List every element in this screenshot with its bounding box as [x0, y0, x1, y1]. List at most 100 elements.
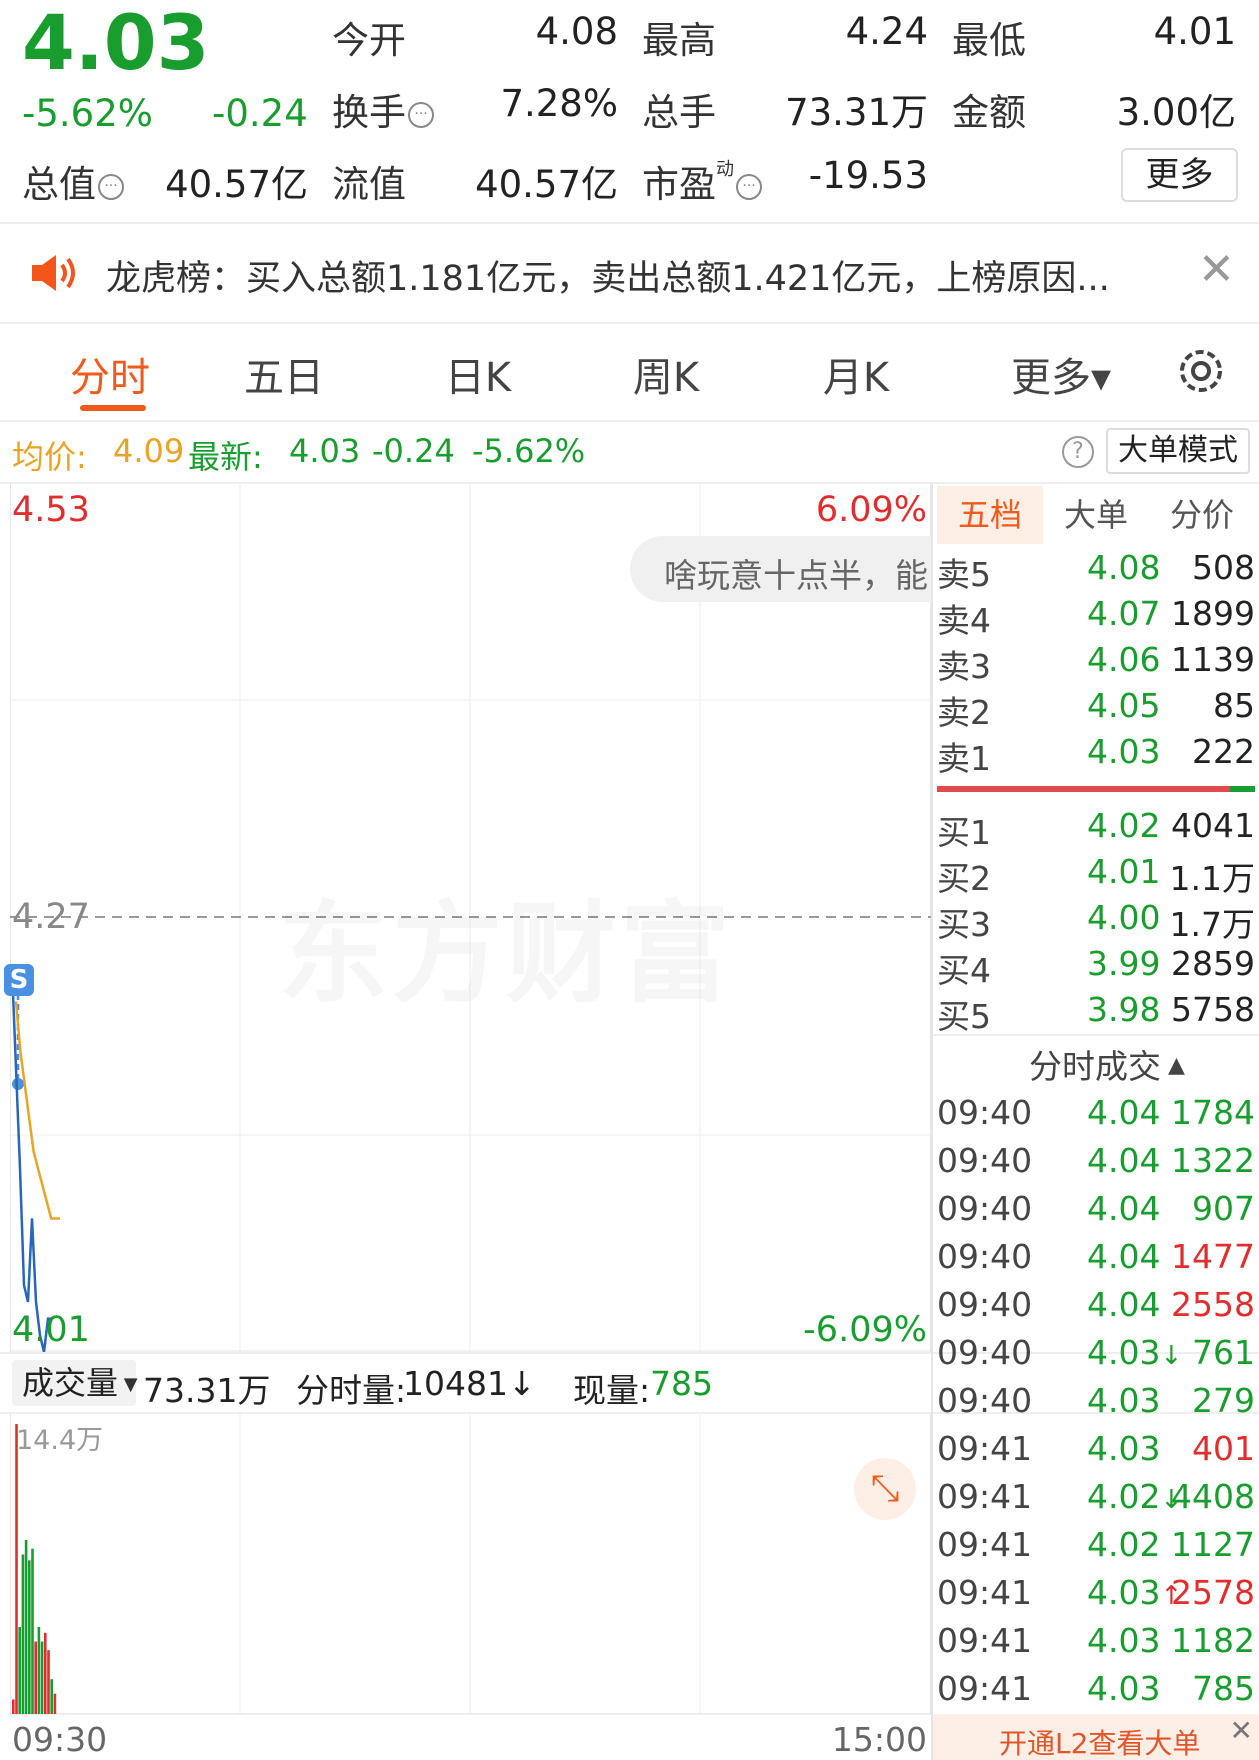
down-arrow-icon: ↓ — [508, 1364, 536, 1403]
y-axis-top: 4.53 — [12, 490, 90, 530]
info-icon[interactable]: ··· — [736, 173, 762, 200]
amount-label: 金额 — [952, 91, 1026, 134]
right-panel-divider — [931, 484, 933, 1760]
volume-bar — [44, 1632, 47, 1714]
volume-max-label: 14.4万 — [16, 1425, 104, 1456]
minute-volume-label: 分时量: — [296, 1371, 407, 1410]
trade-row: 09:40 4.04 1322 — [937, 1141, 1255, 1189]
trade-time: 09:41 — [937, 1573, 1033, 1612]
comment-bubble[interactable]: 啥玩意十点半，能 — [630, 536, 931, 602]
trade-price-text: 4.04 — [1087, 1093, 1161, 1132]
trade-qty: 907 — [1192, 1189, 1255, 1228]
trade-price: 4.03 — [1087, 1621, 1160, 1660]
info-icon[interactable]: ··· — [98, 173, 124, 200]
signal-marker[interactable]: S — [4, 964, 34, 996]
time-start: 09:30 — [12, 1720, 108, 1759]
trade-row: 09:40 4.03↓ 761 — [937, 1333, 1255, 1381]
trade-price: 4.03↓ — [1087, 1333, 1182, 1372]
bid-label: 买1 — [937, 813, 991, 852]
bid-qty: 5758 — [1171, 990, 1255, 1029]
ask-qty: 508 — [1192, 548, 1255, 587]
volume-bar — [18, 1627, 21, 1714]
trade-time: 09:40 — [937, 1381, 1033, 1420]
trade-price: 4.04 — [1087, 1093, 1160, 1132]
market-cap-label: 总值 ··· — [22, 154, 124, 208]
tab-more[interactable]: 更多▾ — [996, 345, 1126, 403]
volume-chart[interactable]: 14.4万 ⤡ 09:30 15:00 — [10, 1414, 931, 1760]
volume-label: 总手 — [642, 91, 716, 134]
active-tab-indicator — [80, 405, 146, 411]
trade-qty: 401 — [1192, 1429, 1255, 1468]
trade-price-text: 4.03 — [1087, 1573, 1161, 1612]
ask-price: 4.07 — [1087, 594, 1161, 633]
tab-intraday[interactable]: 分时 — [50, 345, 170, 403]
trade-qty: 1784 — [1171, 1093, 1255, 1132]
trades-header[interactable]: 分时成交 ▲ — [1029, 1040, 1185, 1088]
trade-time: 09:41 — [937, 1429, 1033, 1468]
turnover-label-text: 换手 — [332, 91, 406, 134]
tab-daily-k[interactable]: 日K — [418, 345, 538, 403]
trade-price-text: 4.03 — [1087, 1333, 1161, 1372]
trade-qty: 761 — [1192, 1333, 1255, 1372]
pct-axis-top: 6.09% — [815, 490, 927, 530]
ask-row: 卖2 4.05 85 — [937, 686, 1255, 732]
volume-bar — [21, 1554, 25, 1714]
trade-price-text: 4.03 — [1087, 1429, 1161, 1468]
bid-row: 买2 4.01 1.1万 — [937, 852, 1255, 898]
trade-time: 09:40 — [937, 1189, 1033, 1228]
market-cap-label-text: 总值 — [22, 163, 96, 206]
turnover-value: 7.28% — [500, 82, 618, 125]
intraday-chart[interactable]: 东方财富 4.53 4.27 4.01 6.09% -6.09% 啥玩意十点半，… — [4, 484, 931, 1352]
more-button[interactable]: 更多 — [1121, 148, 1238, 202]
orderbook-divider — [933, 1034, 1259, 1036]
trade-arrow: ↓ — [1160, 1341, 1183, 1371]
ask-price: 4.06 — [1087, 640, 1161, 679]
trade-price: 4.04 — [1087, 1189, 1160, 1228]
trade-qty: 2578 — [1171, 1573, 1255, 1612]
tab-monthly-k[interactable]: 月K — [796, 345, 916, 403]
volume-bar — [47, 1650, 50, 1714]
l2-upsell-banner[interactable]: 开通L2查看大单 ✕ — [933, 1714, 1259, 1760]
volume-info-bar: 成交量 ▼ 73.31万 分时量: 10481 ↓ 现量: 785 — [0, 1354, 931, 1410]
notice-text: 龙虎榜：买入总额1.181亿元，卖出总额1.421亿元，上榜原因... — [106, 259, 1110, 299]
time-end: 15:00 — [831, 1720, 927, 1759]
trade-price: 4.02 — [1087, 1525, 1160, 1564]
bid-price: 4.02 — [1087, 806, 1161, 845]
volume-bar — [24, 1540, 28, 1714]
trade-price: 4.02↓ — [1087, 1477, 1182, 1516]
ask-label: 卖2 — [937, 693, 991, 732]
trade-price: 4.03 — [1087, 1381, 1160, 1420]
volume-value: 73.31万 — [785, 91, 928, 134]
trade-row: 09:40 4.04 2558 — [937, 1285, 1255, 1333]
gear-icon[interactable] — [1174, 344, 1228, 398]
ask-label: 卖4 — [937, 601, 991, 640]
trade-qty: 279 — [1192, 1381, 1255, 1420]
volume-selector[interactable]: 成交量 ▼ — [12, 1360, 138, 1406]
volume-bar — [37, 1627, 41, 1714]
trade-qty: 1127 — [1171, 1525, 1255, 1564]
expand-icon[interactable]: ⤡ — [854, 1458, 916, 1520]
y-axis-bottom: 4.01 — [12, 1310, 90, 1350]
tab-price-distribution[interactable]: 分价 — [1149, 486, 1255, 544]
info-icon[interactable]: ··· — [408, 101, 434, 128]
bid-ask-ratio-bar — [937, 786, 1255, 792]
change-percent: -5.62% — [22, 92, 153, 135]
bid-qty: 2859 — [1171, 944, 1255, 983]
close-icon[interactable]: ✕ — [1198, 244, 1235, 295]
tab-big-orders[interactable]: 大单 — [1043, 486, 1149, 544]
tab-five-levels[interactable]: 五档 — [937, 486, 1043, 544]
bid-ratio-fill — [937, 786, 1230, 792]
comment-text: 啥玩意十点半，能 — [664, 556, 928, 595]
bid-label: 买2 — [937, 859, 991, 898]
help-icon[interactable]: ? — [1062, 436, 1094, 468]
pct-axis-bottom: -6.09% — [803, 1310, 927, 1350]
ask-price: 4.03 — [1087, 732, 1161, 771]
tab-five-day[interactable]: 五日 — [224, 345, 344, 403]
market-cap-value: 40.57亿 — [165, 163, 308, 206]
big-order-mode-button[interactable]: 大单模式 — [1106, 428, 1250, 474]
tab-weekly-k[interactable]: 周K — [606, 345, 726, 403]
close-icon[interactable]: ✕ — [1230, 1714, 1253, 1747]
high-value: 4.24 — [845, 10, 928, 53]
amount-value: 3.00亿 — [1116, 91, 1236, 134]
bid-price: 4.00 — [1087, 898, 1161, 937]
